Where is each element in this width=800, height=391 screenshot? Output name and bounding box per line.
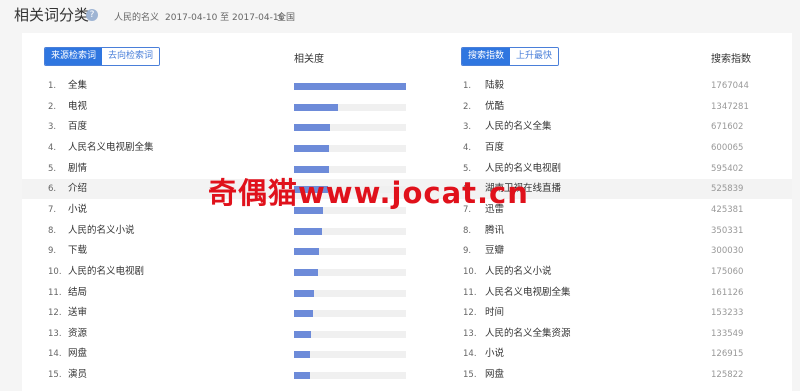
- relevance-bar: [294, 372, 310, 380]
- left-word[interactable]: 结局: [68, 283, 87, 303]
- search-index-value: 126915: [711, 349, 744, 360]
- relevance-bar: [294, 227, 322, 235]
- relevance-bar-track: [294, 83, 406, 90]
- table-row: 4. 人民名义电视剧全集 4. 百度 600065: [22, 138, 792, 158]
- search-index-value: 175060: [711, 266, 744, 277]
- search-index-column-title: 搜索指数: [711, 54, 751, 65]
- table-row: 10. 人民的名义电视剧 10. 人民的名义小说 175060: [22, 262, 792, 282]
- question-icon[interactable]: ?: [86, 9, 98, 21]
- tab-fastest-rising[interactable]: 上升最快: [510, 48, 559, 65]
- relevance-bar-track: [294, 310, 406, 318]
- left-word[interactable]: 送审: [68, 303, 87, 323]
- left-word[interactable]: 电视: [68, 97, 87, 117]
- left-word[interactable]: 百度: [68, 117, 87, 137]
- table-row: 14. 网盘 14. 小说 126915: [22, 344, 792, 364]
- relevance-bar-track: [294, 248, 406, 256]
- relevance-bar-track: [294, 372, 406, 380]
- right-word[interactable]: 人民的名义全集资源: [485, 324, 571, 344]
- right-word[interactable]: 豆瓣: [485, 241, 504, 261]
- left-word[interactable]: 人民的名义小说: [68, 221, 135, 241]
- relevance-bar-track: [294, 144, 406, 152]
- relevance-bar: [294, 289, 315, 297]
- search-index-value: 1767044: [711, 81, 749, 91]
- right-word[interactable]: 时间: [485, 303, 504, 323]
- table-row: 15. 演员 15. 网盘 125822: [22, 365, 792, 385]
- related-words-panel: 来源检索词 去向检索词 相关度 搜索指数 上升最快 搜索指数 1. 全集 1. 陆毅 1…: [22, 33, 792, 391]
- right-word[interactable]: 陆毅: [485, 76, 504, 96]
- search-index-value: 595402: [711, 163, 744, 174]
- left-word[interactable]: 剧情: [68, 159, 87, 179]
- search-index-value: 300030: [711, 246, 744, 257]
- table-row: 12. 送审 12. 时间 153233: [22, 303, 792, 323]
- relevance-column-title: 相关度: [294, 54, 324, 65]
- right-word[interactable]: 网盘: [485, 365, 504, 385]
- left-word[interactable]: 下载: [68, 241, 87, 261]
- watermark-logo: 奇偶猫www.jocat.cn: [208, 176, 529, 210]
- header: 相关词分类 ? 人民的名义 2017-04-10 至 2017-04-16 全国: [0, 0, 800, 32]
- table-row: 2. 电视 2. 优酷 1347281: [22, 97, 792, 117]
- right-word[interactable]: 人民名义电视剧全集: [485, 283, 571, 303]
- left-word[interactable]: 小说: [68, 200, 87, 220]
- relevance-bar: [294, 144, 329, 152]
- search-index-value: 350331: [711, 225, 744, 236]
- search-index-value: 1347281: [711, 101, 749, 112]
- right-word[interactable]: 腾讯: [485, 221, 504, 241]
- left-word[interactable]: 人民的名义电视剧: [68, 262, 144, 282]
- search-index-value: 525839: [711, 184, 744, 195]
- right-word[interactable]: 人民的名义小说: [485, 262, 552, 282]
- table-row: 8. 人民的名义小说 8. 腾讯 350331: [22, 221, 792, 241]
- relevance-bar-track: [294, 103, 406, 111]
- left-tab-group: 来源检索词 去向检索词: [44, 47, 161, 66]
- keyword-label: 人民的名义: [114, 13, 160, 23]
- table-row: 13. 资源 13. 人民的名义全集资源 133549: [22, 324, 792, 344]
- relevance-bar: [294, 124, 330, 132]
- tab-search-index[interactable]: 搜索指数: [462, 48, 511, 65]
- right-word[interactable]: 百度: [485, 138, 504, 158]
- relevance-bar-track: [294, 124, 406, 132]
- relevance-bar-track: [294, 351, 406, 359]
- left-word[interactable]: 网盘: [68, 344, 87, 364]
- right-word[interactable]: 优酷: [485, 97, 504, 117]
- relevance-bar: [294, 248, 319, 256]
- table-row: 3. 百度 3. 人民的名义全集 671602: [22, 117, 792, 137]
- relevance-bar-track: [294, 268, 406, 276]
- right-word[interactable]: 人民的名义全集: [485, 117, 552, 137]
- date-range: 2017-04-10 至 2017-04-16: [165, 13, 285, 23]
- left-word[interactable]: 人民名义电视剧全集: [68, 138, 154, 158]
- page-title: 相关词分类: [14, 6, 90, 24]
- left-word[interactable]: 介绍: [68, 179, 87, 199]
- relevance-bar-track: [294, 330, 406, 338]
- tab-destination-words[interactable]: 去向检索词: [102, 48, 160, 65]
- relevance-bar: [294, 330, 311, 338]
- relevance-bar: [294, 351, 310, 359]
- relevance-bar-track: [294, 227, 406, 235]
- left-word[interactable]: 演员: [68, 365, 87, 385]
- relevance-bar: [294, 83, 406, 90]
- tab-source-words[interactable]: 来源检索词: [45, 48, 103, 65]
- search-index-value: 671602: [711, 122, 744, 133]
- search-index-value: 125822: [711, 370, 744, 381]
- left-word[interactable]: 全集: [68, 76, 87, 96]
- search-index-value: 133549: [711, 328, 744, 339]
- table-row: 11. 结局 11. 人民名义电视剧全集 161126: [22, 283, 792, 303]
- search-index-value: 600065: [711, 142, 744, 153]
- relevance-bar: [294, 103, 338, 111]
- search-index-value: 161126: [711, 287, 744, 298]
- right-word[interactable]: 小说: [485, 344, 504, 364]
- table-row: 1. 全集 1. 陆毅 1767044: [22, 76, 792, 96]
- region-label: 全国: [277, 13, 296, 23]
- relevance-bar-track: [294, 289, 406, 297]
- search-index-value: 153233: [711, 308, 744, 319]
- relevance-bar: [294, 268, 318, 276]
- search-index-value: 425381: [711, 204, 744, 215]
- right-tab-group: 搜索指数 上升最快: [461, 47, 560, 66]
- table-row: 9. 下载 9. 豆瓣 300030: [22, 241, 792, 261]
- relevance-bar: [294, 310, 314, 318]
- left-word[interactable]: 资源: [68, 324, 87, 344]
